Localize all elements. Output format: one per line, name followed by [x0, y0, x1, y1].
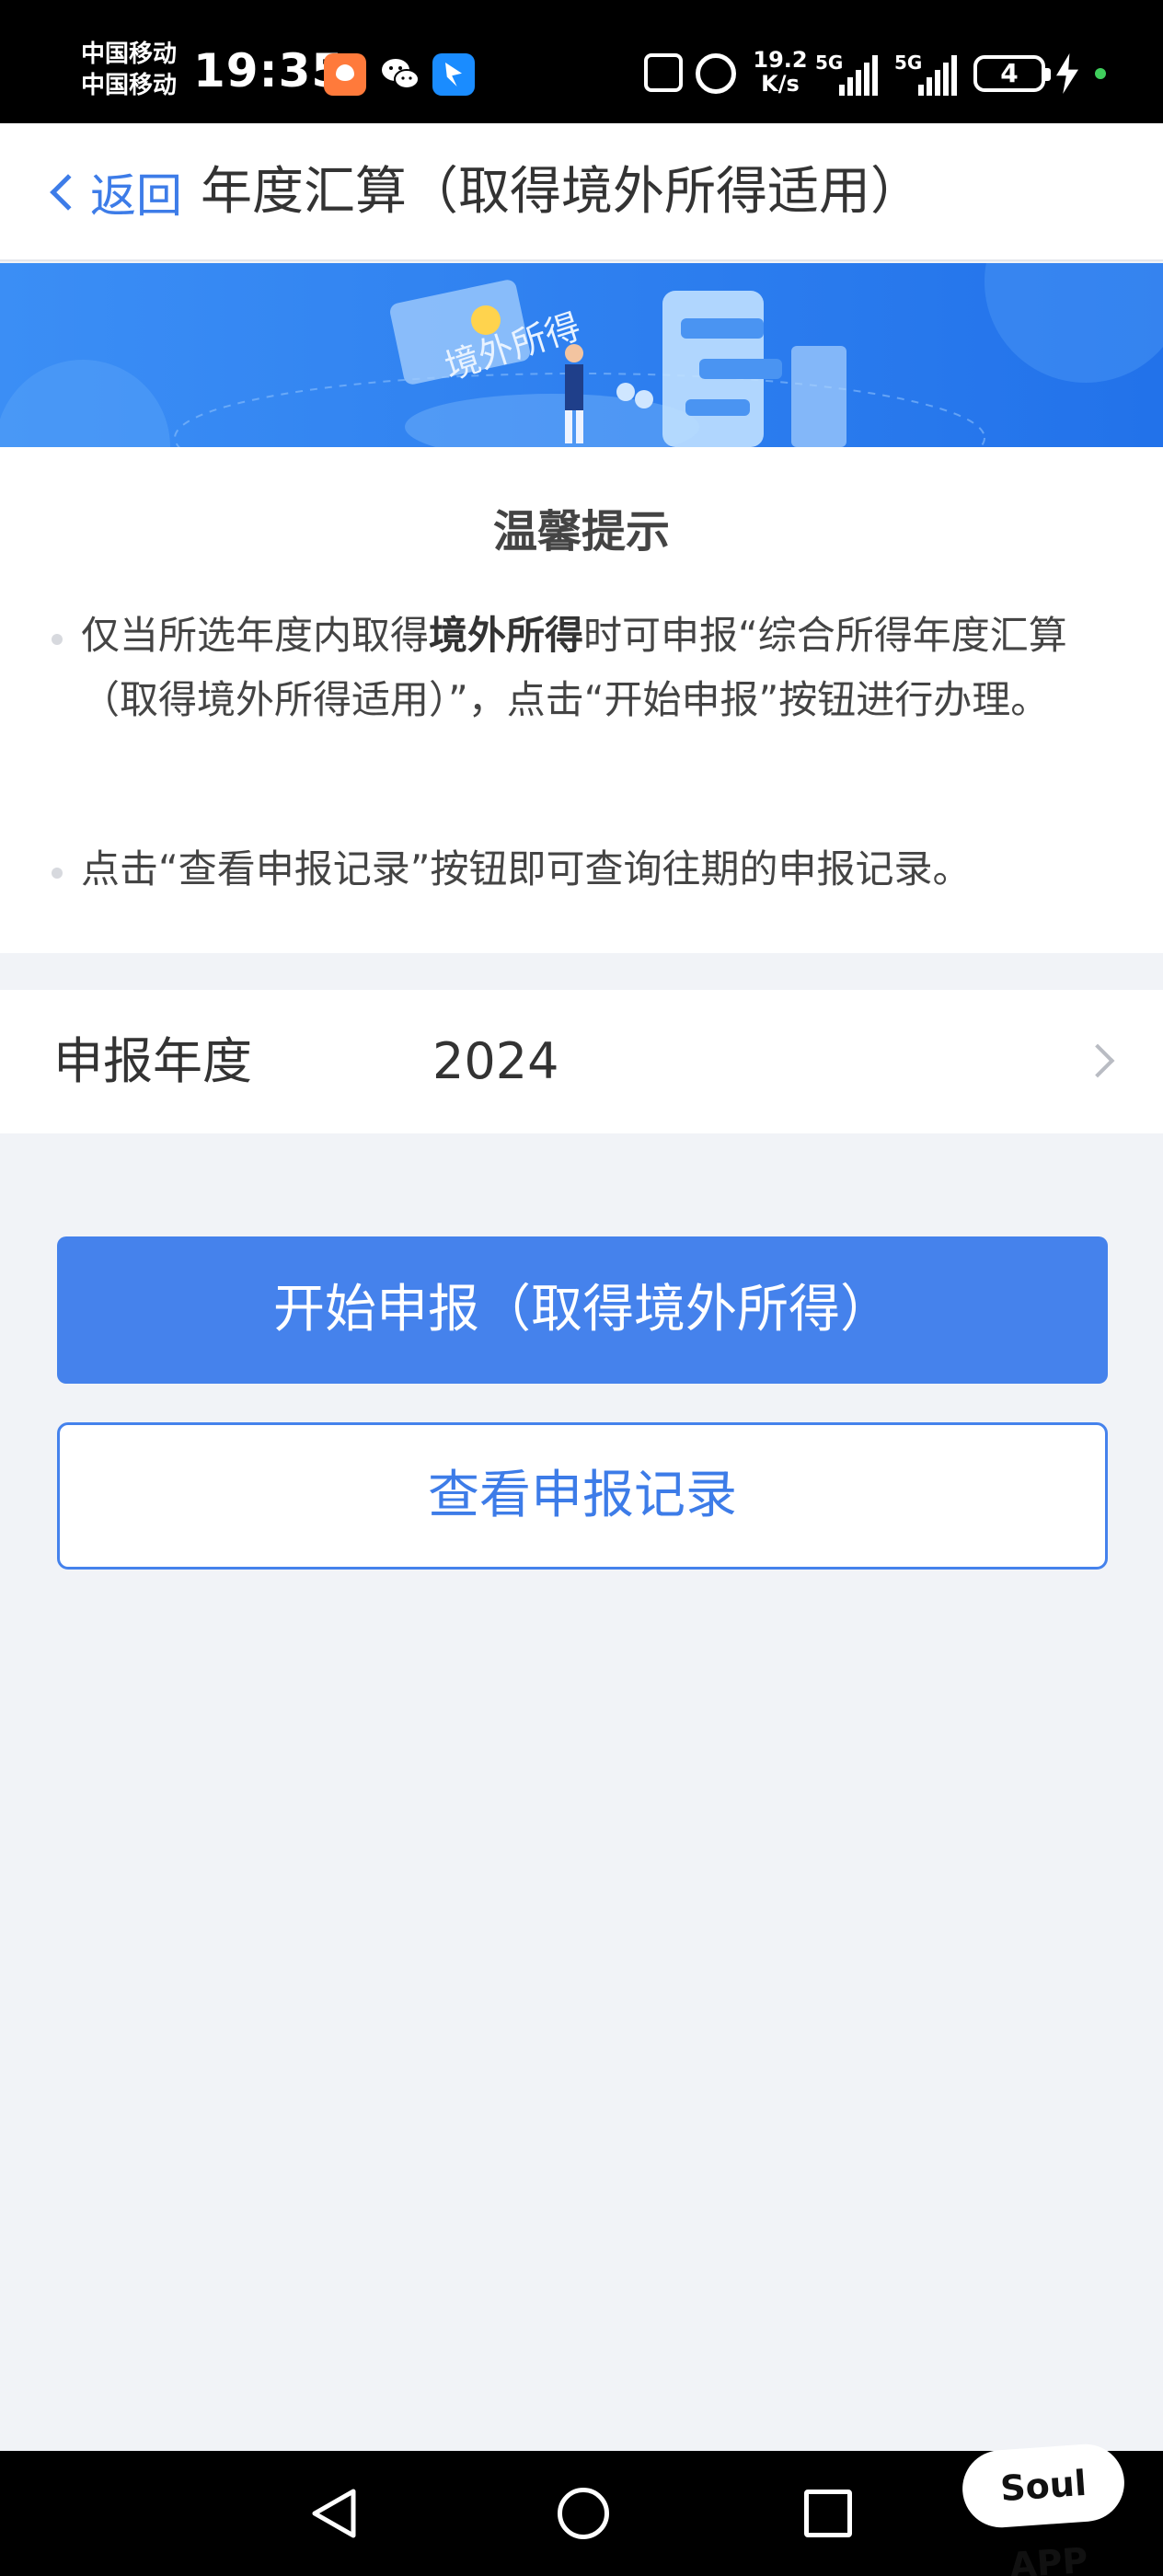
- carrier-1: 中国移动: [81, 40, 178, 68]
- nav-recent-icon[interactable]: [804, 2490, 852, 2537]
- bullet-dot: [52, 868, 63, 879]
- charging-dot: [1095, 68, 1106, 79]
- chevron-right-icon: [1080, 1043, 1115, 1078]
- charging-icon: [1056, 53, 1078, 94]
- back-button[interactable]: 返回: [44, 158, 182, 226]
- banner: 境外所得: [0, 263, 1163, 447]
- year-value: 2024: [432, 1032, 559, 1090]
- year-selector[interactable]: 申报年度 2024: [0, 990, 1163, 1133]
- dingtalk-icon: [432, 53, 475, 96]
- net-speed-unit: K/s: [761, 71, 800, 97]
- net-speed: 19.2 K/s: [753, 48, 808, 99]
- bullet-dot: [52, 634, 63, 645]
- notice-title: 温馨提示: [492, 506, 670, 558]
- notice-item-1: 仅当所选年度内取得境外所得时可申报“综合所得年度汇算（取得境外所得适用）”，点击…: [81, 604, 1111, 732]
- year-label: 申报年度: [53, 1032, 252, 1090]
- back-label: 返回: [90, 169, 182, 223]
- status-bar: 中国移动 中国移动 19:35 19.2 K/s 5G 5G 4: [0, 0, 1163, 123]
- signal-icon: 5G: [815, 52, 880, 96]
- nav-back-icon[interactable]: [309, 2488, 359, 2539]
- view-records-button[interactable]: 查看申报记录: [57, 1422, 1108, 1570]
- chevron-left-icon: [50, 174, 86, 211]
- notice-item-2: 点击“查看申报记录”按钮即可查询往期的申报记录。: [81, 846, 972, 891]
- net-speed-value: 19.2: [753, 47, 808, 73]
- nav-bar: 返回 年度汇算（取得境外所得适用）: [0, 123, 1163, 261]
- clock: 19:35: [193, 44, 345, 98]
- signal-icon-2: 5G: [894, 52, 959, 96]
- alarm-icon: [696, 53, 736, 94]
- watermark: Soul APP: [960, 2441, 1127, 2576]
- nfc-icon: [644, 53, 683, 92]
- battery-icon: 4: [973, 55, 1051, 92]
- carrier-2: 中国移动: [81, 72, 178, 99]
- taobao-icon: [324, 53, 366, 96]
- nav-home-icon[interactable]: [558, 2488, 609, 2539]
- notice-item-1-bold: 境外所得: [429, 613, 584, 658]
- notice-item-1-pre: 仅当所选年度内取得: [81, 613, 430, 658]
- banner-illustration: [0, 263, 1163, 447]
- notice-card: 温馨提示 仅当所选年度内取得境外所得时可申报“综合所得年度汇算（取得境外所得适用…: [0, 447, 1163, 953]
- carrier-info: 中国移动 中国移动: [81, 39, 177, 101]
- wechat-icon: [379, 53, 421, 96]
- start-declaration-button[interactable]: 开始申报（取得境外所得）: [57, 1236, 1108, 1384]
- page-title: 年度汇算（取得境外所得适用）: [201, 162, 922, 222]
